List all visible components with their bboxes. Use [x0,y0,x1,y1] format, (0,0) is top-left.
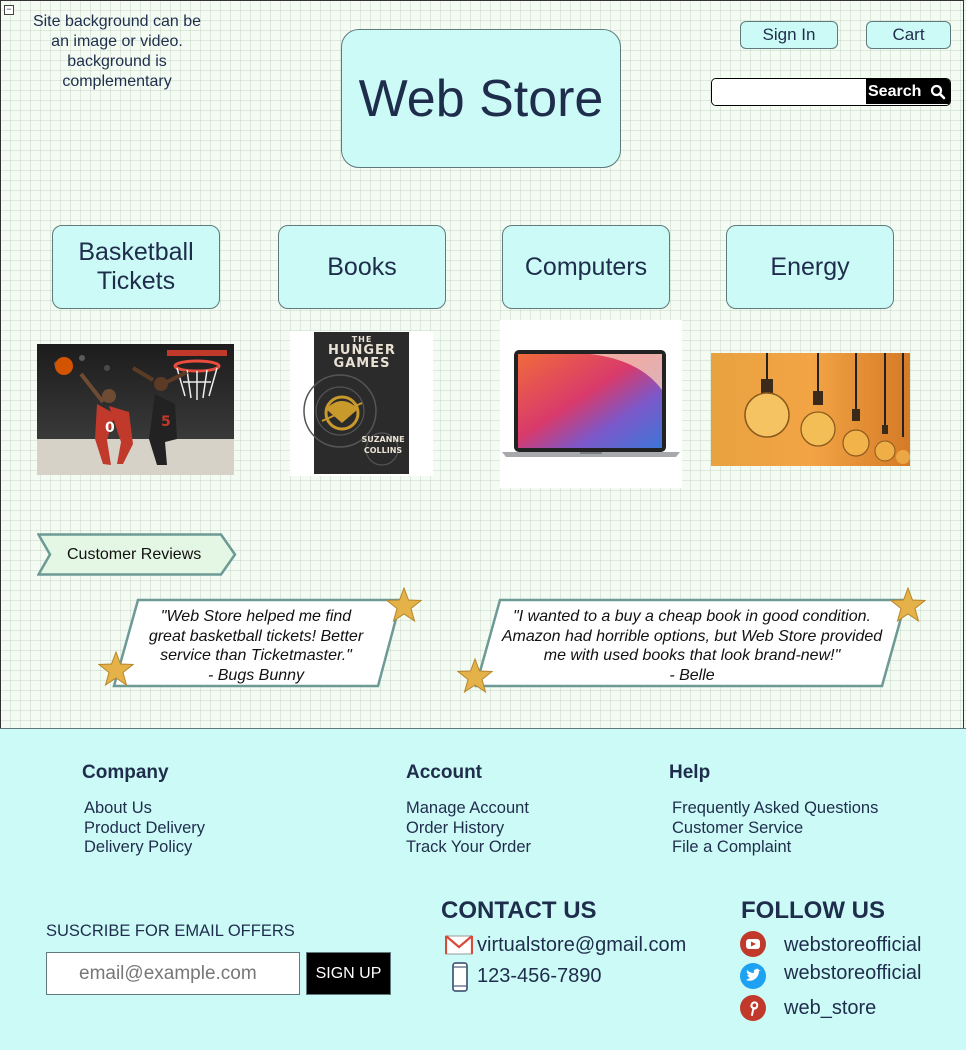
book-cover-title: THE HUNGER GAMES [328,335,396,371]
search-button[interactable]: Search [866,79,950,104]
background-note: Site background can be an image or video… [32,13,202,90]
phone-icon [452,962,468,992]
contact-us-heading: CONTACT US [441,897,597,924]
mail-icon [445,935,473,955]
laptop-image[interactable] [500,320,682,488]
subscribe-label: SUSCRIBE FOR EMAIL OFFERS [46,922,295,940]
light-bulbs-image[interactable] [711,353,910,466]
footer-link-customer-service[interactable]: Customer Service [672,819,878,839]
footer-link-track-order[interactable]: Track Your Order [406,838,531,858]
footer-company-heading: Company [82,762,169,783]
star-icon [386,587,422,623]
contact-phone[interactable]: 123-456-7890 [477,965,602,988]
youtube-handle[interactable]: webstoreofficial [784,934,921,957]
search-button-label: Search [868,82,922,100]
footer-link-manage-account[interactable]: Manage Account [406,799,531,819]
category-computers[interactable]: Computers [502,225,670,309]
review-text: "Web Store helped me find great basketba… [148,608,364,684]
review-card: "I wanted to a buy a cheap book in good … [456,587,926,699]
svg-text:5: 5 [161,414,171,430]
book-cover-author: SUZANNE COLLINS [361,435,405,455]
customer-reviews-heading: Customer Reviews [67,545,202,563]
basketball-image[interactable]: 0 5 [37,344,234,475]
category-basketball-tickets[interactable]: Basketball Tickets [52,225,220,309]
footer-account-heading: Account [406,762,482,783]
site-title[interactable]: Web Store [341,29,621,168]
follow-us-heading: FOLLOW US [741,897,885,924]
email-field[interactable] [46,952,300,995]
twitter-handle[interactable]: webstoreofficial [784,962,921,985]
sign-in-button[interactable]: Sign In [740,21,838,49]
review-card: "Web Store helped me find great basketba… [98,587,425,693]
footer-company-links: About Us Product Delivery Delivery Polic… [84,799,205,858]
pinterest-icon[interactable] [739,994,767,1022]
footer-link-about-us[interactable]: About Us [84,799,205,819]
footer-link-faq[interactable]: Frequently Asked Questions [672,799,878,819]
cart-button[interactable]: Cart [866,21,951,49]
search-input[interactable] [712,79,868,105]
twitter-icon[interactable] [739,962,767,990]
footer-help-links: Frequently Asked Questions Customer Serv… [672,799,878,858]
customer-reviews-ribbon: Customer Reviews [37,533,237,576]
footer-account-links: Manage Account Order History Track Your … [406,799,531,858]
contact-email[interactable]: virtualstore@gmail.com [477,934,686,957]
footer-link-order-history[interactable]: Order History [406,819,531,839]
youtube-icon[interactable] [739,930,767,958]
search-icon [930,84,946,100]
sign-up-button[interactable]: SIGN UP [306,952,391,995]
footer-link-product-delivery[interactable]: Product Delivery [84,819,205,839]
footer-help-heading: Help [669,762,711,783]
star-icon [890,587,926,623]
hunger-games-book-image[interactable]: THE HUNGER GAMES SUZANNE COLLINS [290,331,433,476]
search-bar: Search [711,78,951,106]
footer-link-delivery-policy[interactable]: Delivery Policy [84,838,205,858]
pinterest-handle[interactable]: web_store [784,997,876,1020]
footer-link-file-complaint[interactable]: File a Complaint [672,838,878,858]
category-energy[interactable]: Energy [726,225,894,309]
star-icon [98,651,134,687]
review-text: "I wanted to a buy a cheap book in good … [501,608,883,684]
category-books[interactable]: Books [278,225,446,309]
collapse-icon[interactable]: − [4,5,14,15]
svg-text:0: 0 [105,420,115,436]
star-icon [457,658,493,694]
